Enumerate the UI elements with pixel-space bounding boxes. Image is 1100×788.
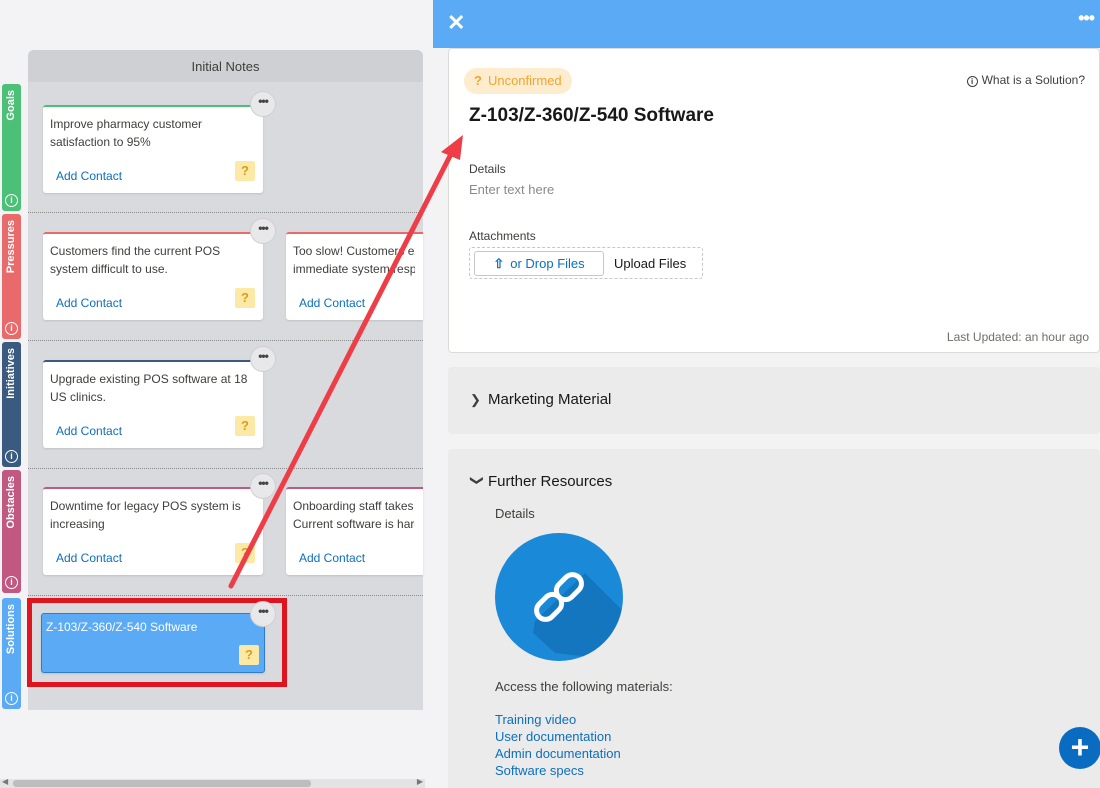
lane-label-initiatives[interactable]: Initiatives i [2, 342, 21, 467]
info-icon[interactable]: i [5, 322, 18, 335]
lane-divider [28, 468, 423, 469]
lane-label-text: Pressures [5, 220, 17, 274]
card-text: Downtime for legacy POS system is increa… [50, 499, 241, 531]
note-card[interactable]: Too slow! Customers ex immediate system … [286, 232, 423, 320]
card-more-button[interactable]: ••• [250, 218, 276, 244]
attachments-label: Attachments [469, 229, 536, 243]
section-header[interactable]: ❯ Marketing Material [470, 391, 611, 408]
solution-card[interactable]: Z-103/Z-360/Z-540 Software ? [41, 613, 265, 673]
board: Initial Notes Goals i Pressures i Initia… [0, 0, 433, 788]
column-title: Initial Notes [28, 50, 423, 82]
last-updated: Last Updated: an hour ago [946, 330, 1089, 344]
section-title: Marketing Material [488, 391, 612, 408]
lane-label-text: Solutions [5, 604, 17, 655]
lane-label-solutions[interactable]: Solutions i [2, 598, 21, 709]
add-button[interactable]: + [1059, 727, 1100, 769]
link-icon [495, 533, 623, 661]
add-contact-link[interactable]: Add Contact [299, 551, 365, 565]
marketing-material-section[interactable]: ❯ Marketing Material [448, 367, 1100, 434]
panel-header: ✕ ••• [433, 0, 1100, 48]
question-icon: ? [474, 73, 482, 88]
info-icon[interactable]: i [5, 450, 18, 463]
card-text: Upgrade existing POS software at 18 US c… [50, 372, 248, 404]
note-card[interactable]: Customers find the current POS system di… [43, 232, 263, 320]
scrollbar-thumb[interactable] [13, 780, 311, 787]
further-details-label: Details [495, 506, 535, 521]
card-text: Onboarding staff takes t Current softwar… [293, 499, 415, 531]
upload-button[interactable]: ⇧ or Drop Files [474, 251, 604, 276]
question-badge-icon[interactable]: ? [235, 543, 255, 563]
card-text: Customers find the current POS system di… [50, 244, 221, 276]
upload-files-text: Upload Files [614, 256, 687, 271]
lane-divider [28, 212, 423, 213]
question-badge-icon[interactable]: ? [235, 416, 255, 436]
add-contact-link[interactable]: Add Contact [299, 296, 365, 310]
card-text: Too slow! Customers ex immediate system … [293, 244, 415, 276]
question-badge-icon[interactable]: ? [235, 288, 255, 308]
question-badge-icon[interactable]: ? [239, 645, 259, 665]
link-icon-graphic [533, 572, 623, 661]
add-contact-link[interactable]: Add Contact [56, 169, 122, 183]
lane-label-text: Initiatives [5, 348, 17, 399]
note-card[interactable]: Upgrade existing POS software at 18 US c… [43, 360, 263, 448]
software-specs-link[interactable]: Software specs [495, 763, 584, 778]
lane-label-obstacles[interactable]: Obstacles i [2, 470, 21, 593]
card-more-button[interactable]: ••• [250, 91, 276, 117]
section-header[interactable]: ❯ Further Resources [470, 473, 612, 490]
access-materials-text: Access the following materials: [495, 679, 673, 694]
horizontal-scrollbar[interactable]: ◀ ▶ [0, 777, 425, 788]
lane-divider [28, 595, 423, 596]
close-icon[interactable]: ✕ [447, 10, 465, 36]
info-icon[interactable]: i [5, 194, 18, 207]
solution-title[interactable]: Z-103/Z-360/Z-540 Software [469, 105, 714, 127]
card-more-button[interactable]: ••• [250, 346, 276, 372]
lane-label-text: Obstacles [5, 476, 17, 529]
scroll-left-icon[interactable]: ◀ [2, 777, 8, 786]
add-contact-link[interactable]: Add Contact [56, 424, 122, 438]
help-link-text: What is a Solution? [981, 73, 1085, 87]
more-options-icon[interactable]: ••• [1078, 8, 1095, 29]
details-label: Details [469, 162, 506, 176]
section-title: Further Resources [488, 473, 613, 490]
card-more-button[interactable]: ••• [250, 473, 276, 499]
note-card[interactable]: Downtime for legacy POS system is increa… [43, 487, 263, 575]
status-badge[interactable]: ? Unconfirmed [464, 68, 572, 94]
chevron-down-icon: ❯ [470, 475, 485, 486]
user-documentation-link[interactable]: User documentation [495, 729, 611, 744]
card-more-button[interactable]: ••• [250, 601, 276, 627]
info-icon[interactable]: i [5, 692, 18, 705]
solution-detail-card: ? Unconfirmed i What is a Solution? Z-103/… [448, 48, 1100, 353]
upload-button-label: or Drop Files [510, 256, 585, 271]
scroll-right-icon[interactable]: ▶ [417, 777, 423, 786]
info-icon[interactable]: i [5, 576, 18, 589]
file-dropzone[interactable]: ⇧ or Drop Files Upload Files [469, 247, 703, 279]
lane-label-pressures[interactable]: Pressures i [2, 214, 21, 339]
solution-detail-panel: ✕ ••• ? Unconfirmed i What is a Solution? … [433, 0, 1100, 788]
upload-icon: ⇧ [493, 256, 505, 271]
card-text: Improve pharmacy customer satisfaction t… [50, 117, 203, 149]
add-contact-link[interactable]: Add Contact [56, 296, 122, 310]
training-video-link[interactable]: Training video [495, 712, 576, 727]
question-badge-icon[interactable]: ? [235, 161, 255, 181]
chevron-right-icon: ❯ [470, 392, 481, 407]
lane-label-text: Goals [5, 90, 17, 121]
note-card[interactable]: Onboarding staff takes t Current softwar… [286, 487, 423, 575]
admin-documentation-link[interactable]: Admin documentation [495, 746, 621, 761]
lane-divider [28, 340, 423, 341]
note-card[interactable]: Improve pharmacy customer satisfaction t… [43, 105, 263, 193]
further-resources-section: ❯ Further Resources Details Access the fo… [448, 449, 1100, 788]
status-text: Unconfirmed [487, 73, 562, 88]
details-input[interactable]: Enter text here [469, 182, 554, 197]
what-is-solution-link[interactable]: i What is a Solution? [966, 73, 1085, 87]
card-text: Z-103/Z-360/Z-540 Software [46, 620, 198, 634]
lane-label-goals[interactable]: Goals i [2, 84, 21, 211]
info-icon: i [966, 76, 978, 87]
add-contact-link[interactable]: Add Contact [56, 551, 122, 565]
